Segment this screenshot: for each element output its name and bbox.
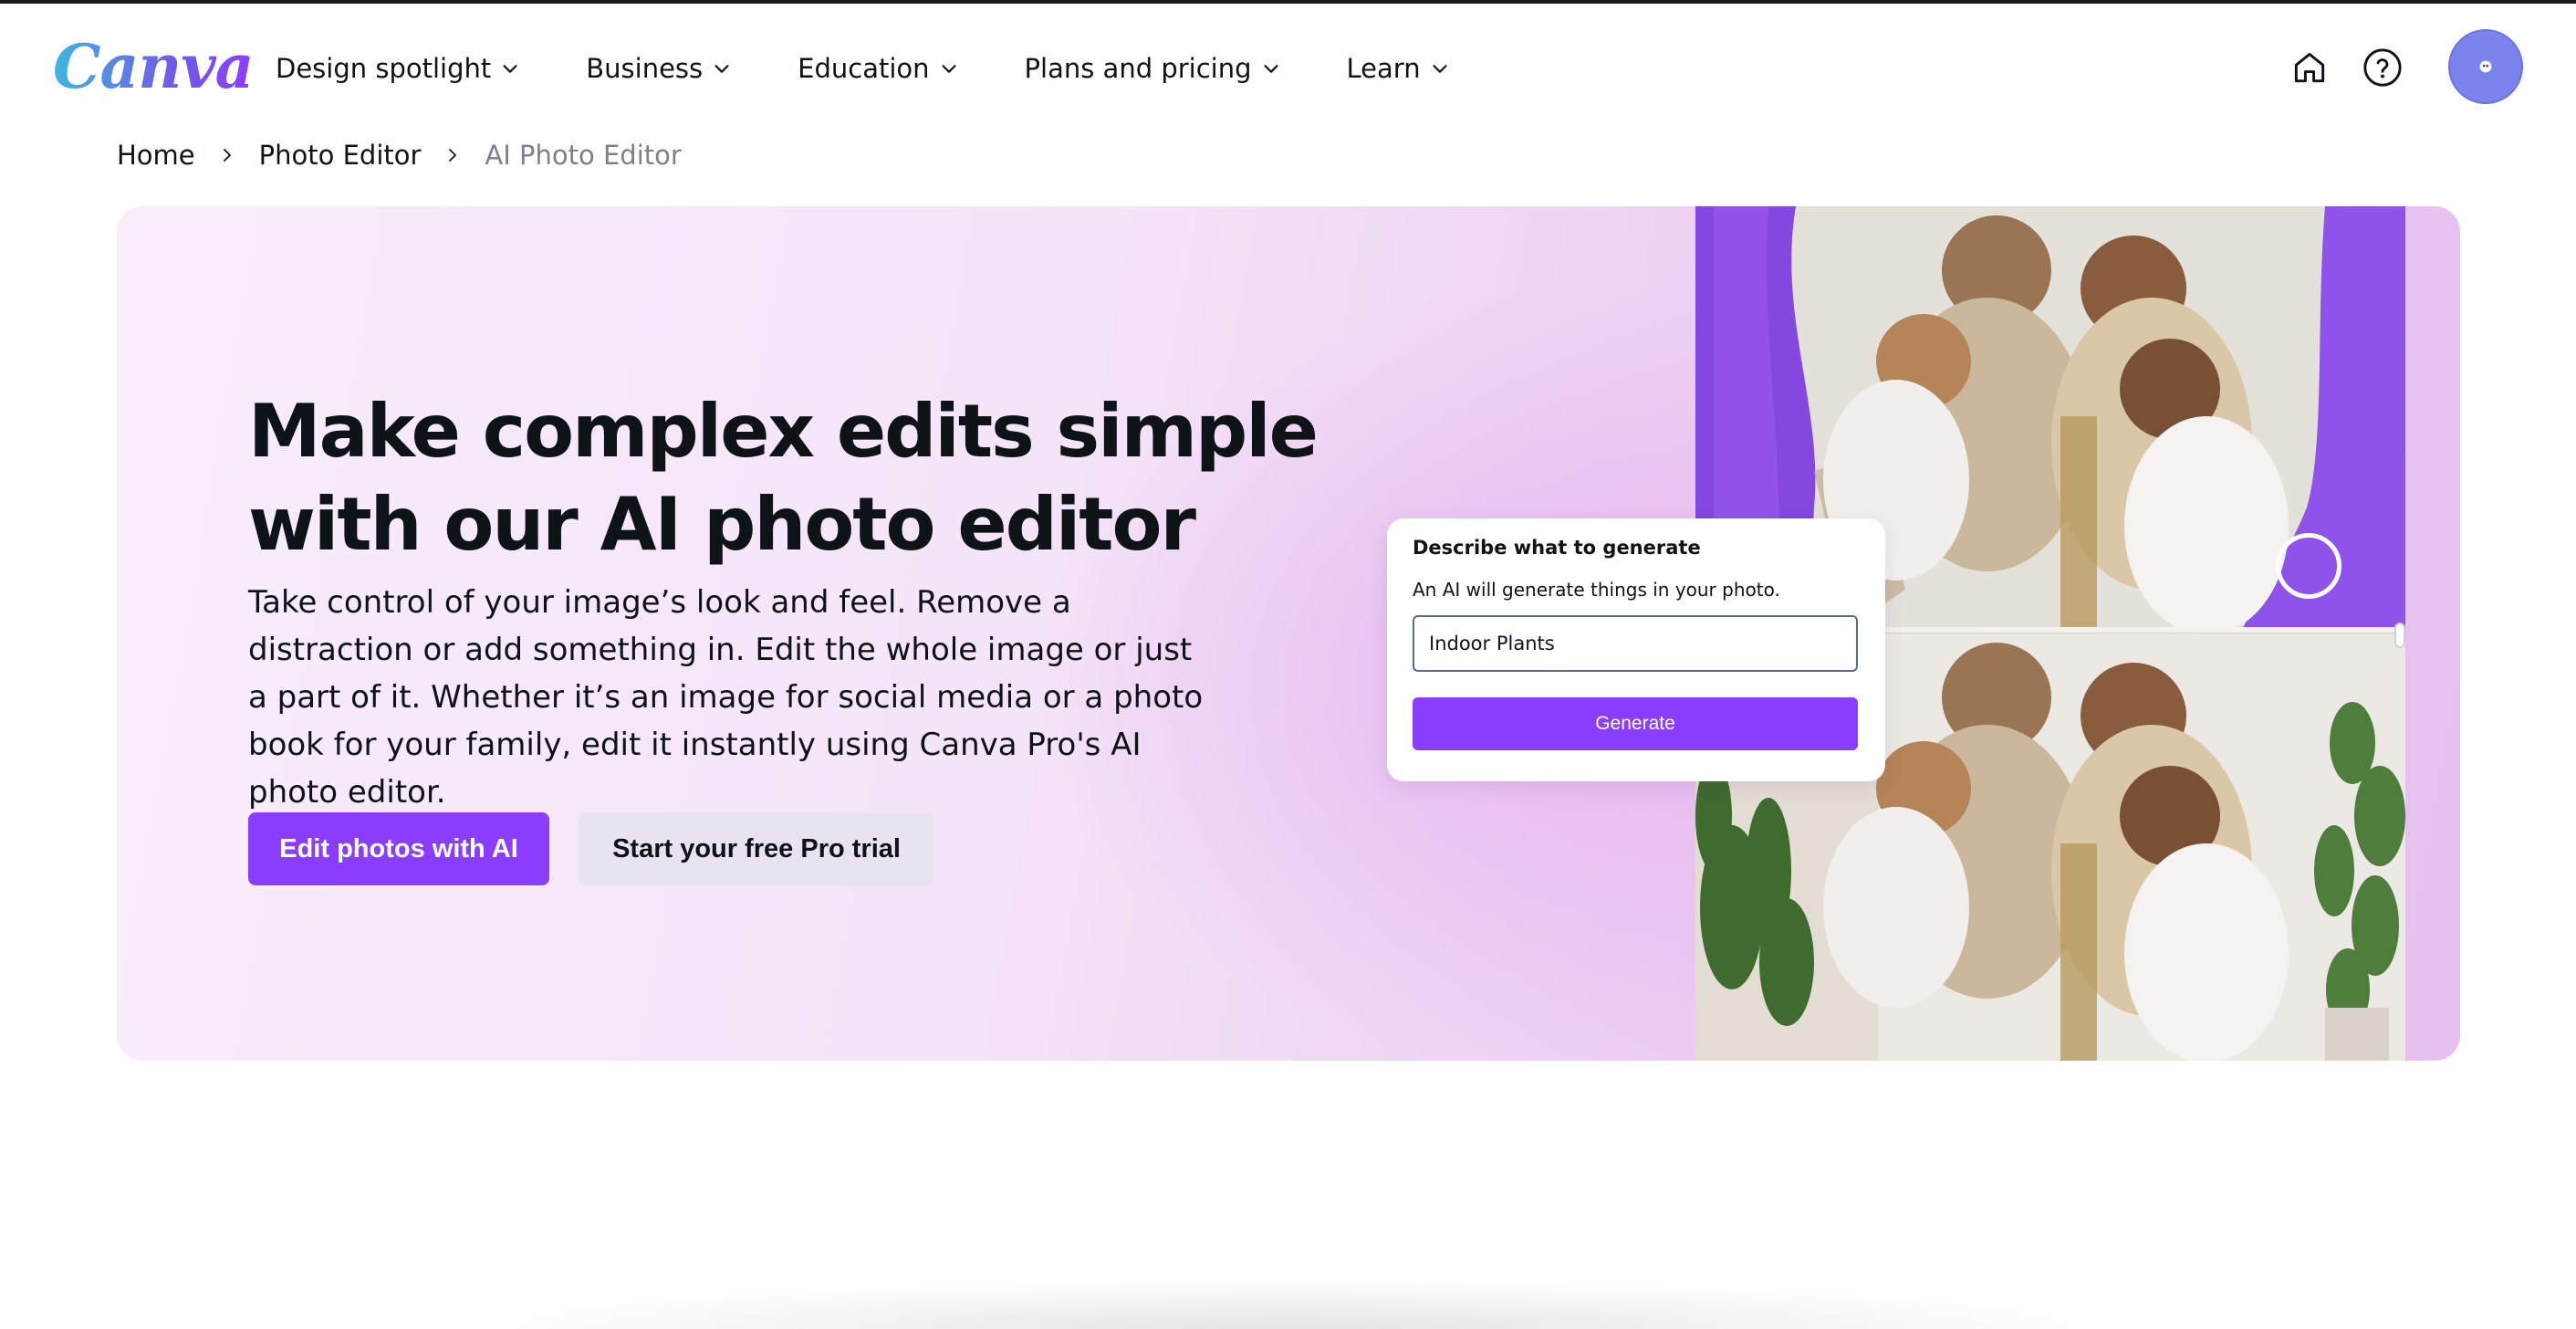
breadcrumb-photo-editor[interactable]: Photo Editor xyxy=(259,140,422,171)
nav-item-label: Plans and pricing xyxy=(1024,53,1252,84)
chevron-down-icon xyxy=(503,65,517,73)
generate-prompt-input[interactable] xyxy=(1413,615,1858,672)
nav-item-education[interactable]: Education xyxy=(798,53,958,84)
avatar-glyph-icon xyxy=(2479,60,2492,73)
generate-card: Describe what to generate An AI will gen… xyxy=(1387,518,1885,781)
nav-item-design-spotlight[interactable]: Design spotlight xyxy=(276,53,520,84)
nav-item-label: Education xyxy=(798,53,930,84)
breadcrumb-home[interactable]: Home xyxy=(117,140,195,171)
hero-description: Take control of your image’s look and fe… xyxy=(248,584,1204,811)
home-icon xyxy=(2294,52,2325,83)
generate-card-title: Describe what to generate xyxy=(1413,537,1701,559)
generate-card-subtitle: An AI will generate things in your photo… xyxy=(1413,579,1780,601)
chevron-down-icon xyxy=(1263,65,1278,73)
breadcrumb: Home Photo Editor AI Photo Editor xyxy=(117,137,682,173)
chevron-down-icon xyxy=(942,65,956,73)
chevron-down-icon xyxy=(714,65,729,73)
window-top-border xyxy=(0,0,2576,4)
help-button[interactable] xyxy=(2357,42,2408,93)
edit-photos-with-ai-button[interactable]: Edit photos with AI xyxy=(248,812,549,885)
hero-title: Make complex edits simple with our AI ph… xyxy=(248,389,1319,567)
breadcrumb-ai-photo-editor: AI Photo Editor xyxy=(485,140,682,171)
home-button[interactable] xyxy=(2284,42,2335,93)
generate-button[interactable]: Generate xyxy=(1413,697,1858,750)
nav-item-label: Design spotlight xyxy=(276,53,492,84)
nav-item-label: Business xyxy=(586,53,704,84)
comparison-slider-handle[interactable] xyxy=(2394,623,2405,648)
start-free-pro-trial-button[interactable]: Start your free Pro trial xyxy=(579,812,934,885)
nav-item-plans-and-pricing[interactable]: Plans and pricing xyxy=(1025,53,1281,84)
main-nav: Design spotlight Business Education Plan… xyxy=(276,38,1450,99)
bottom-section-shadow xyxy=(456,1278,2126,1329)
hero-banner: Make complex edits simple with our AI ph… xyxy=(117,206,2460,1061)
avatar[interactable] xyxy=(2448,29,2523,104)
nav-item-label: Learn xyxy=(1346,53,1421,84)
chevron-down-icon xyxy=(1433,65,1447,73)
brush-cursor-icon xyxy=(2276,533,2341,599)
help-icon xyxy=(2363,48,2402,87)
chevron-right-icon xyxy=(223,149,231,162)
nav-item-business[interactable]: Business xyxy=(586,53,732,84)
chevron-right-icon xyxy=(449,149,457,162)
nav-item-learn[interactable]: Learn xyxy=(1347,53,1450,84)
canva-logo[interactable]: Canva xyxy=(53,26,254,108)
